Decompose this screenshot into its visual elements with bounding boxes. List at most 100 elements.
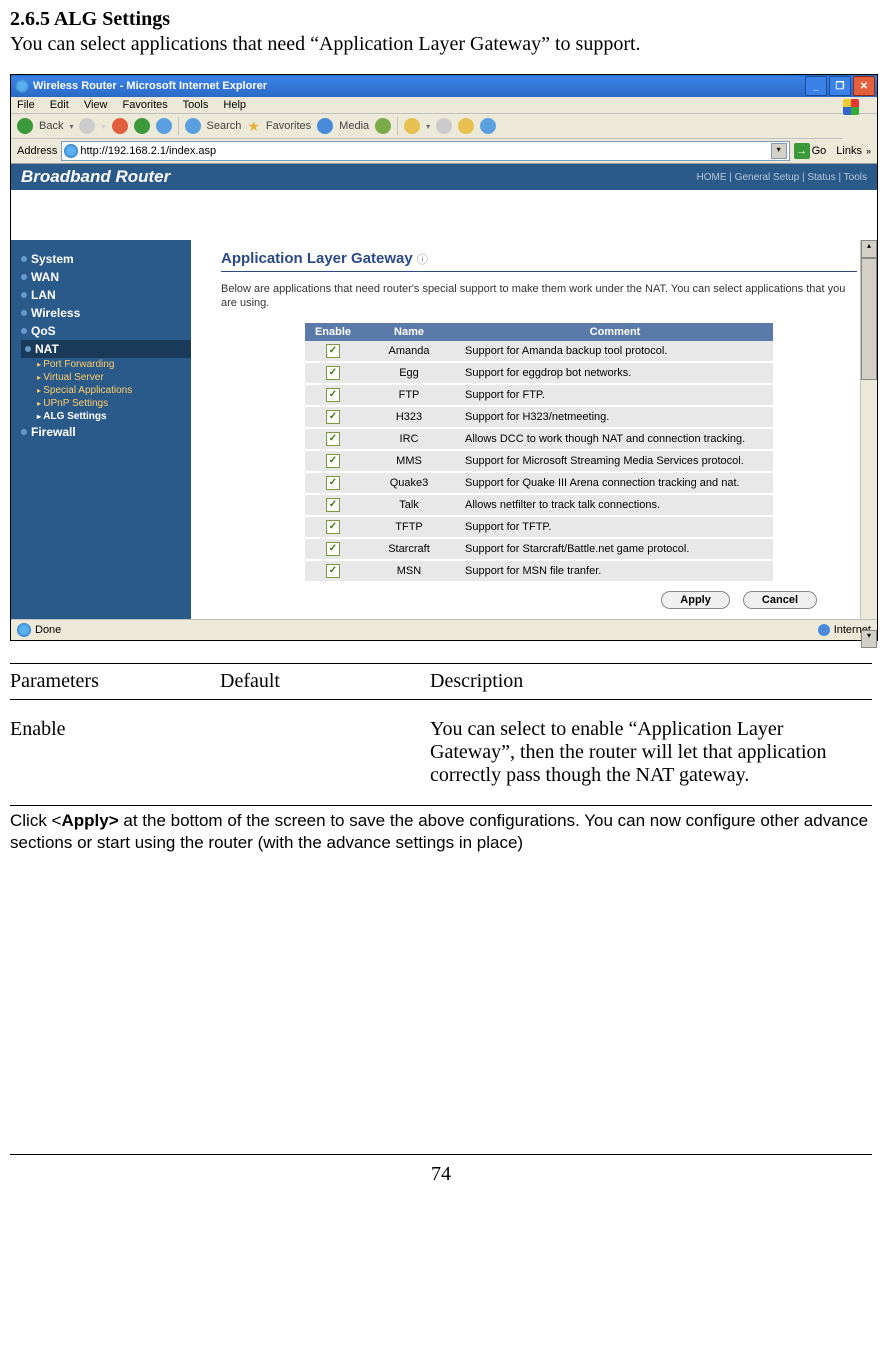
sidebar-label: NAT [35, 342, 59, 356]
address-favicon-icon [64, 144, 78, 158]
sidebar-sub-alg-settings[interactable]: ALG Settings [21, 410, 191, 423]
enable-checkbox[interactable]: ✓ [326, 410, 340, 424]
favorites-star-icon[interactable]: ★ [247, 118, 260, 135]
print-icon[interactable] [436, 118, 452, 134]
enable-checkbox[interactable]: ✓ [326, 476, 340, 490]
menu-favorites[interactable]: Favorites [123, 99, 168, 111]
enable-checkbox[interactable]: ✓ [326, 542, 340, 556]
row-name: MMS [361, 450, 457, 472]
sidebar-label: System [31, 252, 74, 266]
sidebar-item-qos[interactable]: QoS [21, 322, 191, 340]
favorites-button[interactable]: Favorites [266, 120, 311, 132]
go-button[interactable]: → Go [794, 143, 827, 159]
links-label[interactable]: Links [836, 145, 862, 157]
internet-zone-icon [818, 624, 830, 636]
param-default-enable [220, 718, 430, 787]
back-button[interactable]: Back [39, 120, 63, 132]
row-name: FTP [361, 384, 457, 406]
sidebar-item-lan[interactable]: LAN [21, 286, 191, 304]
page-title-text: Application Layer Gateway [221, 250, 413, 267]
row-comment: Support for eggdrop bot networks. [457, 362, 773, 384]
sidebar-sub-port-forwarding[interactable]: Port Forwarding [21, 358, 191, 371]
menubar: File Edit View Favorites Tools Help [11, 97, 877, 114]
media-icon[interactable] [317, 118, 333, 134]
links-chevron-icon[interactable]: » [866, 146, 871, 156]
divider [10, 699, 872, 700]
go-label: Go [812, 145, 827, 157]
enable-checkbox[interactable]: ✓ [326, 498, 340, 512]
discuss-icon[interactable] [480, 118, 496, 134]
enable-checkbox[interactable]: ✓ [326, 564, 340, 578]
address-input-wrapper[interactable]: ▾ [61, 141, 789, 161]
sidebar-label: WAN [31, 270, 59, 284]
address-input[interactable] [78, 144, 770, 158]
back-icon[interactable] [17, 118, 33, 134]
close-button[interactable]: ✕ [853, 76, 875, 96]
sidebar-sub-virtual-server[interactable]: Virtual Server [21, 371, 191, 384]
scroll-up-icon[interactable]: ▴ [861, 240, 877, 258]
enable-checkbox[interactable]: ✓ [326, 454, 340, 468]
section-heading: 2.6.5 ALG Settings [10, 8, 872, 31]
table-row: ✓MSNSupport for MSN file tranfer. [305, 560, 773, 582]
sidebar-item-nat[interactable]: NAT [21, 340, 191, 358]
refresh-icon[interactable] [134, 118, 150, 134]
parameters-table: Parameters Default Description Enable Yo… [10, 663, 872, 806]
apply-button[interactable]: Apply [661, 591, 730, 609]
enable-checkbox[interactable]: ✓ [326, 520, 340, 534]
bullet-icon [21, 292, 27, 298]
sidebar-item-wan[interactable]: WAN [21, 268, 191, 286]
menu-edit[interactable]: Edit [50, 99, 69, 111]
param-header-parameters: Parameters [10, 670, 220, 693]
row-name: TFTP [361, 516, 457, 538]
enable-checkbox[interactable]: ✓ [326, 388, 340, 402]
sidebar-item-firewall[interactable]: Firewall [21, 423, 191, 441]
apply-note: Click <Apply> at the bottom of the scree… [10, 810, 872, 854]
address-label: Address [17, 145, 57, 157]
media-button[interactable]: Media [339, 120, 369, 132]
forward-icon [79, 118, 95, 134]
divider [10, 805, 872, 806]
search-button[interactable]: Search [207, 120, 242, 132]
window-title: Wireless Router - Microsoft Internet Exp… [33, 80, 267, 92]
row-name: H323 [361, 406, 457, 428]
help-icon[interactable]: ⓘ [417, 254, 428, 266]
alg-table: Enable Name Comment ✓AmandaSupport for A… [305, 323, 773, 583]
intro-text: You can select applications that need “A… [10, 33, 872, 56]
cancel-button[interactable]: Cancel [743, 591, 817, 609]
search-icon[interactable] [185, 118, 201, 134]
enable-checkbox[interactable]: ✓ [326, 366, 340, 380]
sidebar-item-system[interactable]: System [21, 250, 191, 268]
restore-button[interactable]: ❐ [829, 76, 851, 96]
row-comment: Support for TFTP. [457, 516, 773, 538]
scroll-thumb[interactable] [861, 258, 877, 380]
sidebar-sub-special-applications[interactable]: Special Applications [21, 384, 191, 397]
router-topnav[interactable]: HOME | General Setup | Status | Tools [697, 172, 867, 183]
row-comment: Support for FTP. [457, 384, 773, 406]
menu-view[interactable]: View [84, 99, 108, 111]
th-name: Name [361, 323, 457, 341]
edit-icon[interactable] [458, 118, 474, 134]
enable-checkbox[interactable]: ✓ [326, 432, 340, 446]
th-comment: Comment [457, 323, 773, 341]
history-icon[interactable] [375, 118, 391, 134]
back-dropdown-icon[interactable]: ▾ [69, 122, 73, 131]
table-row: ✓StarcraftSupport for Starcraft/Battle.n… [305, 538, 773, 560]
table-row: ✓TalkAllows netfilter to track talk conn… [305, 494, 773, 516]
menu-tools[interactable]: Tools [183, 99, 209, 111]
address-dropdown-icon[interactable]: ▾ [771, 143, 787, 159]
status-page-icon [17, 623, 31, 637]
scrollbar[interactable]: ▴ ▾ [860, 240, 877, 619]
menu-help[interactable]: Help [223, 99, 246, 111]
windows-flag-icon [843, 99, 859, 115]
stop-icon[interactable] [112, 118, 128, 134]
minimize-button[interactable]: _ [805, 76, 827, 96]
mail-dropdown-icon[interactable]: ▾ [426, 122, 430, 131]
mail-icon[interactable] [404, 118, 420, 134]
enable-checkbox[interactable]: ✓ [326, 344, 340, 358]
menu-file[interactable]: File [17, 99, 35, 111]
sidebar-item-wireless[interactable]: Wireless [21, 304, 191, 322]
sidebar-sub-upnp-settings[interactable]: UPnP Settings [21, 397, 191, 410]
scroll-down-icon[interactable]: ▾ [861, 630, 877, 648]
home-icon[interactable] [156, 118, 172, 134]
bullet-icon [21, 256, 27, 262]
